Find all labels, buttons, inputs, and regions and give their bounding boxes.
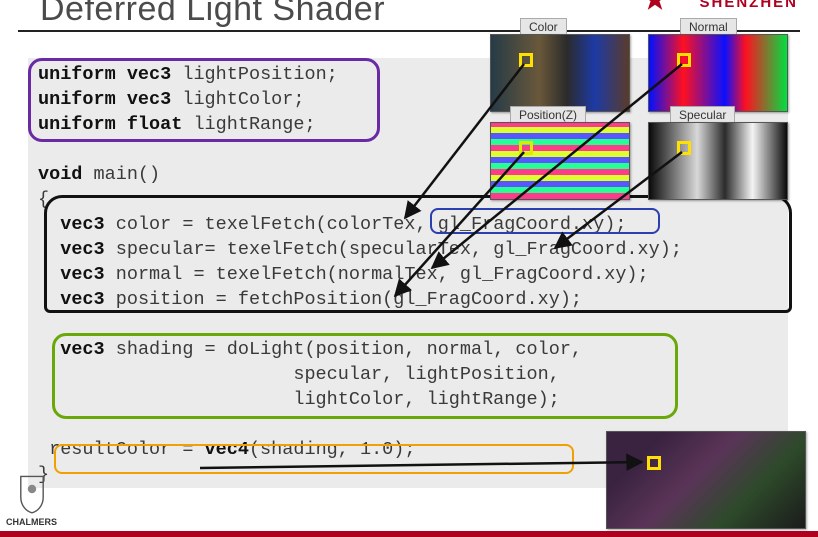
thumb-color [490, 34, 630, 112]
brand-right-text: SHENZHEN [699, 0, 798, 11]
box-fragcoord [430, 208, 660, 234]
crest-icon [18, 475, 46, 515]
highlight-icon [519, 141, 533, 155]
kw-void: void [38, 164, 82, 185]
highlight-icon [677, 141, 691, 155]
code-line: void main() [38, 164, 160, 185]
box-gbuffer-reads [44, 195, 792, 313]
box-uniforms [28, 58, 380, 142]
highlight-icon [677, 53, 691, 67]
brand-left: CHALMERS [6, 475, 57, 527]
page-title: Deferred Light Shader [40, 0, 385, 29]
highlight-icon [519, 53, 533, 67]
footer-bar [0, 531, 818, 537]
box-shading [52, 333, 678, 419]
thumb-normal [648, 34, 788, 112]
thumb-specular [648, 122, 788, 200]
slide: Deferred Light Shader SHENZHEN uniform v… [0, 0, 818, 537]
code-text: main() [82, 164, 160, 185]
thumb-position [490, 122, 630, 200]
brand-left-text: CHALMERS [6, 517, 57, 527]
star-logo-icon [642, 0, 668, 12]
thumb-result [606, 431, 806, 529]
highlight-icon [647, 456, 661, 470]
box-result [54, 444, 574, 474]
